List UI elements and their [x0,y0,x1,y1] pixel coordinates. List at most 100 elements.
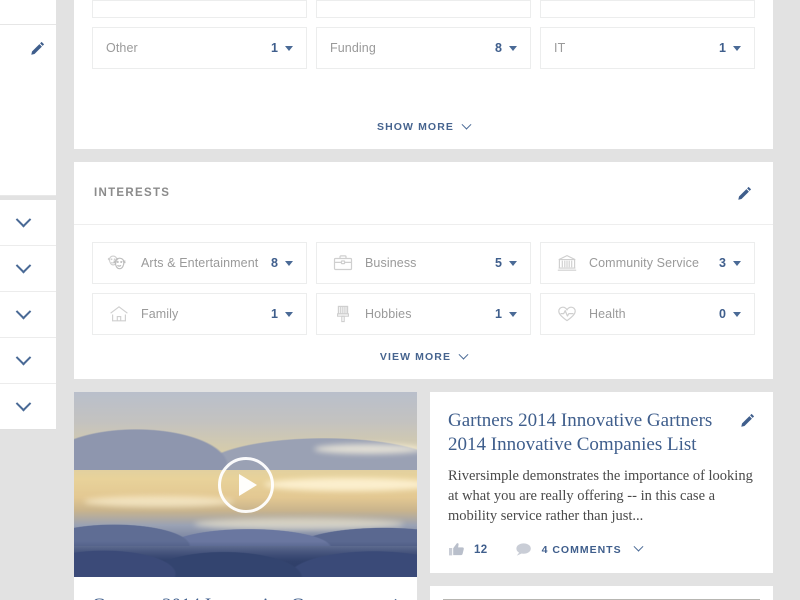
chip-label: Health [589,307,719,321]
caret-down-icon[interactable] [509,46,517,51]
chevron-down-icon [15,396,31,412]
interest-arts-entertainment[interactable]: Arts & Entertainment 8 [92,242,307,284]
chip-label: IT [554,41,719,55]
house-icon [106,301,132,327]
chip-count: 8 [495,41,502,55]
chip-count: 3 [719,256,726,270]
pencil-icon[interactable] [736,185,753,202]
skills-panel: Other 1 Funding 8 IT 1 [74,0,773,149]
caret-down-icon[interactable] [285,46,293,51]
page-title: INTERESTS [94,187,736,199]
chip-label: Business [365,256,495,270]
interest-hobbies[interactable]: Hobbies 1 [316,293,531,335]
clipped-chip-row [92,0,755,18]
chevron-down-icon [15,304,31,320]
chip-count: 8 [271,256,278,270]
interests-panel: INTERESTS [74,162,773,379]
play-triangle [239,474,257,496]
chevron-down-icon [15,350,31,366]
pencil-icon[interactable] [29,40,46,57]
likes-count: 12 [474,544,488,556]
show-more-label: SHOW MORE [377,121,454,133]
cloud-band-2 [314,444,417,454]
caret-down-icon[interactable] [509,261,517,266]
theater-masks-icon [106,250,132,276]
feed-column-right: Gartners 2014 Innovative Gartners 2014 I… [430,392,773,600]
chevron-down-icon [15,258,31,274]
sidebar-divider [0,24,56,25]
chevron-down-icon [15,212,31,228]
left-sidebar [0,0,56,600]
bank-building-icon [554,250,580,276]
sidebar-item-2[interactable] [0,292,56,338]
chip-count: 1 [271,307,278,321]
sidebar-item-4[interactable] [0,384,56,430]
skills-panel-body: Other 1 Funding 8 IT 1 [74,0,773,105]
sidebar-item-3[interactable] [0,338,56,384]
mountain-ridge-near [74,526,417,577]
chip-other[interactable]: Other 1 [92,27,307,69]
video-thumbnail[interactable] [74,392,417,577]
article-meta-row: 12 4 COMMENTS [448,542,755,557]
next-post-card [430,586,773,600]
interests-row-1: Arts & Entertainment 8 [92,242,755,284]
chip-clipped-0[interactable] [92,0,307,18]
heart-pulse-icon [554,301,580,327]
comments-label[interactable]: 4 COMMENTS [542,544,622,556]
play-icon[interactable] [218,457,274,513]
chip-clipped-1[interactable] [316,0,531,18]
interests-row-2: Family 1 [92,293,755,335]
chip-label: Family [141,307,271,321]
video-post-card: Gartners 2014 Innovative Gartners 2014 I… [74,392,417,600]
chip-label: Funding [330,41,495,55]
caret-down-icon[interactable] [285,261,293,266]
briefcase-icon [330,250,356,276]
thumbs-up-icon[interactable] [448,542,465,557]
caret-down-icon[interactable] [733,312,741,317]
sidebar-item-1[interactable] [0,246,56,292]
interests-body: Arts & Entertainment 8 [74,225,773,335]
chip-it[interactable]: IT 1 [540,27,755,69]
interests-header: INTERESTS [74,162,773,225]
chip-count: 5 [495,256,502,270]
video-post-body: Gartners 2014 Innovative Gartners 2014 I… [74,577,417,600]
chevron-down-icon[interactable] [633,542,643,552]
feed-column-left: Gartners 2014 Innovative Gartners 2014 I… [74,392,417,600]
skills-chip-row: Other 1 Funding 8 IT 1 [92,27,755,69]
interest-business[interactable]: Business 5 [316,242,531,284]
article-post-title[interactable]: Gartners 2014 Innovative Gartners 2014 I… [448,409,755,457]
caret-down-icon[interactable] [509,312,517,317]
interest-health[interactable]: Health 0 [540,293,755,335]
chip-count: 1 [719,41,726,55]
chip-label: Hobbies [365,307,495,321]
app-root: Other 1 Funding 8 IT 1 [0,0,800,600]
sidebar-collapsible-list [0,200,56,430]
caret-down-icon[interactable] [285,312,293,317]
chip-count: 0 [719,307,726,321]
chevron-down-icon [459,349,469,359]
article-excerpt: Riversimple demonstrates the importance … [448,466,755,526]
video-post-title[interactable]: Gartners 2014 Innovative Gartners 2014 I… [92,594,399,600]
interest-family[interactable]: Family 1 [92,293,307,335]
caret-down-icon[interactable] [733,261,741,266]
chip-label: Community Service [589,256,719,270]
show-more-button[interactable]: SHOW MORE [74,105,773,149]
article-post-card: Gartners 2014 Innovative Gartners 2014 I… [430,392,773,573]
chip-count: 1 [495,307,502,321]
sidebar-item-0[interactable] [0,200,56,246]
chip-label: Other [106,41,271,55]
chip-clipped-2[interactable] [540,0,755,18]
main-content: Other 1 Funding 8 IT 1 [74,0,773,600]
feed-row: Gartners 2014 Innovative Gartners 2014 I… [74,392,773,600]
article-post-body: Gartners 2014 Innovative Gartners 2014 I… [430,392,773,573]
paintbrush-icon [330,301,356,327]
pencil-icon[interactable] [739,412,756,429]
caret-down-icon[interactable] [733,46,741,51]
sidebar-top-card [0,0,56,196]
view-more-label: VIEW MORE [380,351,451,363]
speech-bubble-icon[interactable] [515,542,533,557]
view-more-button[interactable]: VIEW MORE [74,335,773,379]
chip-count: 1 [271,41,278,55]
chip-funding[interactable]: Funding 8 [316,27,531,69]
interest-community-service[interactable]: Community Service 3 [540,242,755,284]
